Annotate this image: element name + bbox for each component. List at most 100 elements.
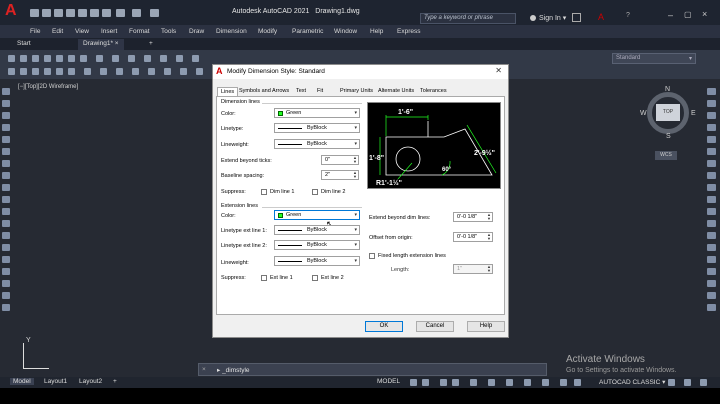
- cart-icon[interactable]: [572, 13, 581, 22]
- modify-tool-icon[interactable]: [707, 148, 716, 155]
- ext-linetype2-combo[interactable]: ByBlock ▾: [274, 240, 360, 250]
- toolbar-icon[interactable]: [8, 68, 15, 75]
- draw-tool-icon[interactable]: [2, 100, 10, 107]
- dim-color-combo[interactable]: Green ▾: [274, 108, 360, 118]
- spinner-arrows-icon[interactable]: ▲ ▼: [487, 265, 491, 273]
- modify-tool-icon[interactable]: [707, 304, 716, 311]
- spinner-arrows-icon[interactable]: ▲ ▼: [353, 171, 357, 179]
- draw-tool-icon[interactable]: [2, 280, 10, 287]
- tab-start[interactable]: Start: [12, 39, 36, 50]
- menu-help[interactable]: Help: [370, 28, 383, 35]
- toolbar-icon[interactable]: [80, 55, 87, 62]
- toolbar-icon[interactable]: [148, 68, 155, 75]
- toolbar-icon[interactable]: [116, 68, 123, 75]
- menu-modify[interactable]: Modify: [258, 28, 277, 35]
- ortho-icon[interactable]: [440, 379, 447, 386]
- tab-text[interactable]: Text: [293, 87, 309, 96]
- ext-line1-checkbox[interactable]: [261, 275, 267, 281]
- annotation-scale-icon[interactable]: [560, 379, 567, 386]
- toolbar-icon[interactable]: [132, 68, 139, 75]
- modify-tool-icon[interactable]: [707, 292, 716, 299]
- ext-line2-checkbox[interactable]: [312, 275, 318, 281]
- grid-icon[interactable]: [410, 379, 417, 386]
- cloud-open-icon[interactable]: [78, 9, 87, 17]
- ext-linetype1-combo[interactable]: ByBlock ▾: [274, 225, 360, 235]
- tab-layout2[interactable]: Layout2: [76, 378, 105, 385]
- draw-tool-icon[interactable]: [2, 184, 10, 191]
- modify-tool-icon[interactable]: [707, 244, 716, 251]
- length-spinner[interactable]: 1" ▲ ▼: [453, 264, 493, 274]
- menu-file[interactable]: File: [30, 28, 40, 35]
- selection-cycling-icon[interactable]: [542, 379, 549, 386]
- osnap-icon[interactable]: [470, 379, 477, 386]
- toolbar-icon[interactable]: [32, 68, 39, 75]
- toolbar-icon[interactable]: [176, 55, 183, 62]
- tab-drawing1[interactable]: Drawing1* ×: [78, 39, 124, 50]
- draw-tool-icon[interactable]: [2, 148, 10, 155]
- toolbar-icon[interactable]: [8, 55, 15, 62]
- workspace-switch[interactable]: AUTOCAD CLASSIC ▾: [596, 378, 668, 386]
- toolbar-icon[interactable]: [144, 55, 151, 62]
- redo-icon[interactable]: [132, 9, 141, 17]
- modify-tool-icon[interactable]: [707, 136, 716, 143]
- workspace-gear-icon[interactable]: [574, 379, 581, 386]
- autodesk-a360-icon[interactable]: A: [598, 12, 604, 22]
- share-icon[interactable]: [150, 9, 159, 17]
- ext-lineweight-combo[interactable]: ByBlock ▾: [274, 256, 360, 266]
- cloud-save-icon[interactable]: [90, 9, 99, 17]
- toolbar-icon[interactable]: [68, 55, 75, 62]
- extend-ticks-spinner[interactable]: 0" ▲ ▼: [321, 155, 359, 165]
- polar-icon[interactable]: [452, 379, 459, 386]
- viewcube[interactable]: TOP: [656, 104, 680, 121]
- text-style-combo[interactable]: Standard ▾: [612, 53, 696, 64]
- toolbar-icon[interactable]: [56, 55, 63, 62]
- toolbar-icon[interactable]: [160, 55, 167, 62]
- tab-symbols-arrows[interactable]: Symbols and Arrows: [236, 87, 292, 96]
- sign-in-button[interactable]: Sign In ▾: [530, 14, 566, 22]
- viewport-controls[interactable]: [−][Top][2D Wireframe]: [18, 84, 78, 90]
- open-icon[interactable]: [42, 9, 51, 17]
- modify-tool-icon[interactable]: [707, 172, 716, 179]
- menu-express[interactable]: Express: [397, 28, 420, 35]
- spinner-arrows-icon[interactable]: ▲ ▼: [353, 156, 357, 164]
- modify-tool-icon[interactable]: [707, 196, 716, 203]
- menu-insert[interactable]: Insert: [101, 28, 117, 35]
- toolbar-icon[interactable]: [112, 55, 119, 62]
- help-icon[interactable]: ?: [626, 12, 630, 19]
- tab-alternate-units[interactable]: Alternate Units: [375, 87, 417, 96]
- tab-primary-units[interactable]: Primary Units: [337, 87, 376, 96]
- compass-east[interactable]: E: [691, 110, 696, 117]
- compass-north[interactable]: N: [665, 86, 670, 93]
- draw-tool-icon[interactable]: [2, 112, 10, 119]
- customize-icon[interactable]: [700, 379, 707, 386]
- help-button[interactable]: Help: [467, 321, 505, 332]
- undo-icon[interactable]: [116, 9, 125, 17]
- compass-west[interactable]: W: [640, 110, 647, 117]
- menu-tools[interactable]: Tools: [161, 28, 176, 35]
- spinner-arrows-icon[interactable]: ▲ ▼: [487, 233, 491, 241]
- draw-tool-icon[interactable]: [2, 172, 10, 179]
- menu-format[interactable]: Format: [129, 28, 150, 35]
- draw-tool-icon[interactable]: [2, 256, 10, 263]
- dim-lineweight-combo[interactable]: ByBlock ▾: [274, 139, 360, 149]
- menu-draw[interactable]: Draw: [189, 28, 204, 35]
- modify-tool-icon[interactable]: [707, 184, 716, 191]
- tab-fit[interactable]: Fit: [314, 87, 326, 96]
- toolbar-icon[interactable]: [68, 68, 75, 75]
- transparency-icon[interactable]: [524, 379, 531, 386]
- model-space-toggle[interactable]: MODEL: [374, 378, 403, 385]
- menu-view[interactable]: View: [75, 28, 89, 35]
- modify-tool-icon[interactable]: [707, 88, 716, 95]
- autocad-logo[interactable]: A: [5, 2, 17, 20]
- plot-icon[interactable]: [102, 9, 111, 17]
- draw-tool-icon[interactable]: [2, 136, 10, 143]
- menu-dimension[interactable]: Dimension: [216, 28, 247, 35]
- add-layout-button[interactable]: +: [110, 378, 120, 385]
- draw-tool-icon[interactable]: [2, 124, 10, 131]
- toolbar-icon[interactable]: [44, 68, 51, 75]
- baseline-spacing-spinner[interactable]: 2" ▲ ▼: [321, 170, 359, 180]
- draw-tool-icon[interactable]: [2, 232, 10, 239]
- toolbar-icon[interactable]: [128, 55, 135, 62]
- modify-tool-icon[interactable]: [707, 124, 716, 131]
- toolbar-icon[interactable]: [32, 55, 39, 62]
